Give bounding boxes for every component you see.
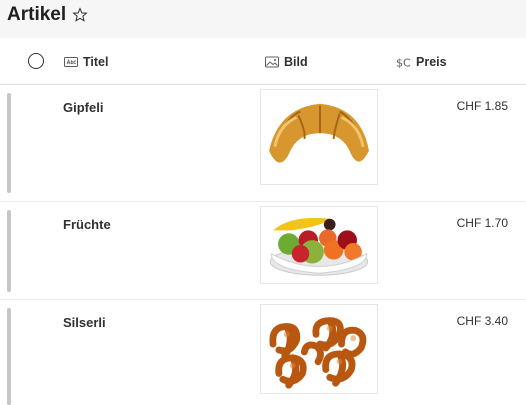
item-price: CHF 1.70 (456, 216, 508, 230)
currency-icon: $ C (396, 57, 411, 69)
text-field-icon (64, 57, 78, 67)
item-price: CHF 3.40 (456, 314, 508, 328)
column-header-label: Preis (416, 55, 447, 69)
image-icon (265, 56, 279, 68)
svg-text:$: $ (396, 57, 403, 69)
column-header-label: Titel (83, 55, 109, 69)
list-row[interactable]: Silserli CHF 3.40 (0, 300, 526, 405)
row-indicator (7, 93, 11, 193)
list-row[interactable]: Gipfeli CHF 1.85 (0, 85, 526, 202)
star-icon[interactable] (72, 7, 88, 23)
list-header: Titel Bild $ C Preis (0, 40, 526, 85)
column-header-preis[interactable]: $ C Preis (395, 53, 447, 71)
svg-text:C: C (403, 57, 411, 69)
command-bar: Artikel (0, 0, 526, 38)
pretzel-image[interactable] (260, 304, 378, 394)
page-title: Artikel (7, 4, 67, 25)
croissant-image[interactable] (260, 89, 378, 185)
row-indicator (7, 210, 11, 292)
column-header-bild[interactable]: Bild (265, 53, 308, 71)
column-header-titel[interactable]: Titel (64, 53, 108, 71)
select-all-checkbox[interactable] (28, 53, 44, 69)
item-title[interactable]: Früchte (63, 217, 111, 232)
item-title[interactable]: Gipfeli (63, 100, 103, 115)
column-header-label: Bild (284, 55, 308, 69)
item-price: CHF 1.85 (456, 99, 508, 113)
row-indicator (7, 308, 11, 405)
item-title[interactable]: Silserli (63, 315, 106, 330)
list-row[interactable]: Früchte CHF 1.70 (0, 202, 526, 300)
fruit-bowl-image[interactable] (260, 206, 378, 284)
